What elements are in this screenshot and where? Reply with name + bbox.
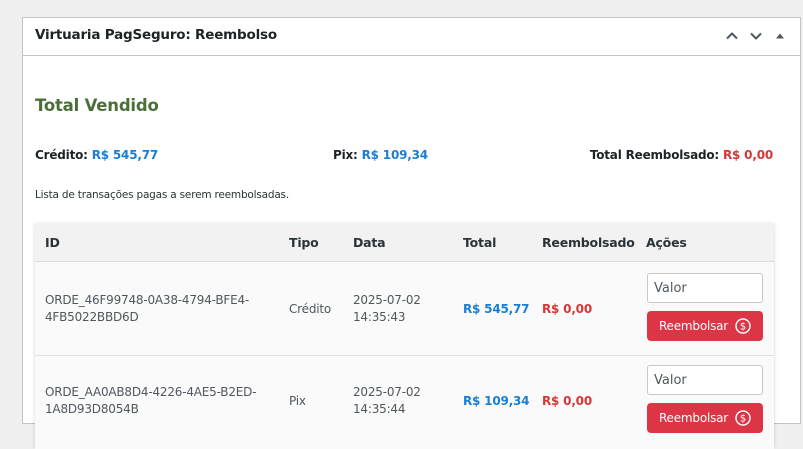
column-header-tipo: Tipo: [289, 235, 319, 250]
chevron-up-icon[interactable]: [722, 26, 742, 46]
transaction-total: R$ 109,34: [463, 394, 530, 408]
panel-header: Virtuaria PagSeguro: Reembolso: [23, 18, 800, 56]
transaction-date-day: 2025-07-02: [353, 293, 421, 307]
chevron-down-icon[interactable]: [746, 26, 766, 46]
transaction-id-line2: 1A8D93D8054B: [45, 402, 139, 416]
svg-text:$: $: [740, 414, 746, 425]
refund-panel: Virtuaria PagSeguro: Reembolso Total Ven…: [22, 17, 801, 449]
refunded-label: Total Reembolsado:: [589, 148, 720, 162]
panel-controls: [722, 26, 790, 46]
refund-button[interactable]: Reembolsar $: [647, 403, 763, 433]
dollar-circle-icon: $: [735, 318, 751, 334]
svg-text:$: $: [740, 322, 746, 333]
transaction-id-line2: 4FB5022BBD6D: [45, 310, 139, 324]
refund-amount-input[interactable]: [647, 365, 763, 395]
list-caption: Lista de transações pagas a serem reembo…: [35, 189, 289, 201]
refunded-value: R$ 0,00: [723, 148, 773, 162]
pix-label: Pix:: [333, 148, 358, 162]
column-header-data: Data: [353, 235, 386, 250]
transaction-total: R$ 545,77: [463, 302, 530, 316]
transaction-type: Pix: [289, 394, 306, 408]
refund-amount-input[interactable]: [647, 273, 763, 303]
transaction-id: ORDE_46F99748-0A38-4794-BFE4- 4FB5022BBD…: [45, 292, 275, 326]
refund-button[interactable]: Reembolsar $: [647, 311, 763, 341]
transaction-date: 2025-07-02 14:35:44: [353, 384, 421, 418]
transaction-date-time: 14:35:43: [353, 310, 406, 324]
transaction-refunded: R$ 0,00: [542, 302, 592, 316]
panel-title: Virtuaria PagSeguro: Reembolso: [35, 27, 277, 43]
credit-value: R$ 545,77: [91, 148, 159, 162]
transaction-id-line1: ORDE_46F99748-0A38-4794-BFE4-: [45, 293, 250, 307]
refund-button-label: Reembolsar: [658, 411, 729, 425]
credit-summary: Crédito: R$ 545,77: [35, 148, 158, 162]
column-header-id: ID: [45, 235, 60, 250]
column-header-acoes: Ações: [646, 235, 687, 250]
pix-summary: Pix: R$ 109,34: [333, 148, 428, 162]
pix-value: R$ 109,34: [361, 148, 428, 162]
credit-label: Crédito:: [35, 148, 88, 162]
table-row: ORDE_46F99748-0A38-4794-BFE4- 4FB5022BBD…: [35, 262, 774, 356]
transactions-table: ID Tipo Data Total Reembolsado Ações ORD…: [35, 223, 774, 449]
transaction-type: Crédito: [289, 302, 332, 316]
transaction-refunded: R$ 0,00: [542, 394, 592, 408]
transaction-date-day: 2025-07-02: [353, 385, 421, 399]
transaction-date-time: 14:35:44: [353, 402, 406, 416]
table-row: ORDE_AA0AB8D4-4226-4AE5-B2ED- 1A8D93D805…: [35, 356, 774, 449]
refund-button-label: Reembolsar: [658, 319, 729, 333]
column-header-total: Total: [463, 235, 497, 250]
total-sold-heading: Total Vendido: [35, 96, 159, 115]
transaction-date: 2025-07-02 14:35:43: [353, 292, 421, 326]
triangle-up-icon[interactable]: [770, 26, 790, 46]
transaction-id-line1: ORDE_AA0AB8D4-4226-4AE5-B2ED-: [45, 385, 257, 399]
column-header-reembolsado: Reembolsado: [542, 235, 635, 250]
transaction-id: ORDE_AA0AB8D4-4226-4AE5-B2ED- 1A8D93D805…: [45, 384, 275, 418]
dollar-circle-icon: $: [735, 410, 751, 426]
table-header: ID Tipo Data Total Reembolsado Ações: [35, 223, 774, 262]
refunded-summary: Total Reembolsado: R$ 0,00: [590, 148, 773, 162]
